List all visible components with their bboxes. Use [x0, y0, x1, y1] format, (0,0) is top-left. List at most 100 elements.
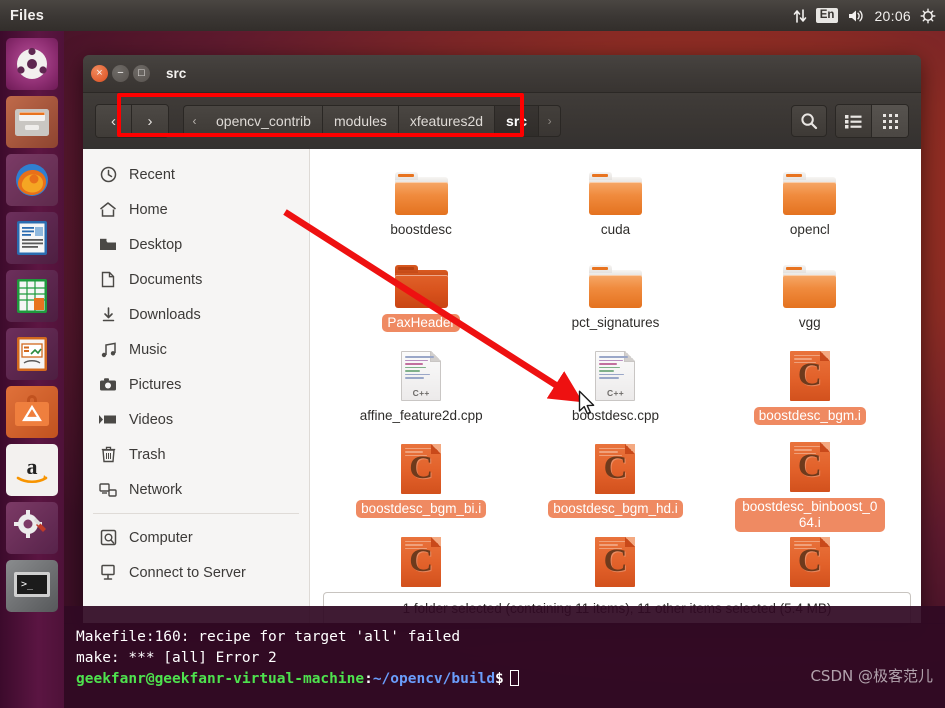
- launcher-item-terminal[interactable]: >_: [6, 560, 58, 612]
- file-item[interactable]: pct_signatures: [518, 250, 712, 343]
- panel-clock[interactable]: 20:06: [874, 8, 911, 24]
- breadcrumb-overflow-right-icon[interactable]: ›: [539, 105, 562, 137]
- search-icon[interactable]: [791, 105, 827, 137]
- file-label: vgg: [798, 315, 821, 330]
- terminal-partial-line: [64, 606, 945, 624]
- file-label: affine_feature2d.cpp: [359, 408, 483, 423]
- launcher-item-ubuntu-dash[interactable]: [6, 38, 58, 90]
- file-item[interactable]: C boostdesc_bgm.i: [713, 343, 907, 436]
- music-note-icon: [99, 341, 117, 359]
- file-label: cuda: [600, 222, 631, 237]
- svg-text:>_: >_: [21, 579, 34, 590]
- panel-indicators: En 20:06: [793, 8, 945, 24]
- c-header-file-icon: C: [595, 535, 636, 587]
- sidebar-item-label: Connect to Server: [129, 564, 246, 581]
- file-label: boostdesc_binboost_064.i: [734, 498, 885, 532]
- files-window: × − □ src ‹ › ‹ opencv_contrib modules x…: [83, 55, 921, 623]
- power-gear-icon[interactable]: [920, 7, 936, 24]
- sidebar-item-label: Videos: [129, 411, 174, 428]
- sidebar-item-pictures[interactable]: Pictures: [83, 367, 309, 402]
- file-item[interactable]: C++ affine_feature2d.cpp: [324, 343, 518, 436]
- terminal-prompt-path: ~/opencv/build: [372, 671, 496, 687]
- breadcrumb-overflow-left-icon[interactable]: ‹: [183, 105, 205, 137]
- launcher-item-libreoffice-calc[interactable]: [6, 270, 58, 322]
- sidebar-item-desktop[interactable]: Desktop: [83, 227, 309, 262]
- window-title: src: [166, 66, 187, 81]
- sidebar-divider: [93, 513, 299, 514]
- back-button[interactable]: ‹: [96, 105, 132, 137]
- sidebar-item-computer[interactable]: Computer: [83, 520, 309, 555]
- cpp-source-file-icon: C++: [595, 349, 636, 401]
- file-grid-area[interactable]: boostdesc cuda opencl PaxHeader pct_sign…: [310, 149, 921, 623]
- file-item[interactable]: C++ boostdesc.cpp: [518, 343, 712, 436]
- file-label: pct_signatures: [571, 315, 660, 330]
- nav-buttons: ‹ ›: [95, 104, 169, 138]
- folder-icon: [588, 256, 642, 308]
- breadcrumb-item-opencv-contrib[interactable]: opencv_contrib: [205, 105, 323, 137]
- close-icon[interactable]: ×: [91, 65, 108, 82]
- launcher-item-libreoffice-impress[interactable]: [6, 328, 58, 380]
- sidebar-item-recent[interactable]: Recent: [83, 157, 309, 192]
- sidebar-item-downloads[interactable]: Downloads: [83, 297, 309, 332]
- launcher-item-libreoffice-writer[interactable]: [6, 212, 58, 264]
- sidebar-item-music[interactable]: Music: [83, 332, 309, 367]
- maximize-icon[interactable]: □: [133, 65, 150, 82]
- file-item[interactable]: cuda: [518, 157, 712, 250]
- sidebar-item-network[interactable]: Network: [83, 472, 309, 507]
- sidebar-item-connect-to-server[interactable]: Connect to Server: [83, 555, 309, 590]
- file-item[interactable]: opencl: [713, 157, 907, 250]
- file-item[interactable]: C boostdesc_bgm_bi.i: [324, 436, 518, 529]
- computer-icon: [99, 529, 117, 547]
- launcher-item-system-settings[interactable]: [6, 502, 58, 554]
- window-toolbar: ‹ › ‹ opencv_contrib modules xfeatures2d…: [83, 93, 921, 149]
- c-header-file-icon: C: [789, 442, 830, 492]
- breadcrumb-item-modules[interactable]: modules: [322, 105, 399, 137]
- network-transfer-icon[interactable]: [793, 8, 807, 24]
- sidebar-item-videos[interactable]: Videos: [83, 402, 309, 437]
- file-label: boostdesc_bgm.i: [753, 407, 866, 425]
- file-label: boostdesc: [390, 222, 452, 237]
- document-icon: [99, 271, 117, 289]
- sidebar-item-home[interactable]: Home: [83, 192, 309, 227]
- sidebar-item-label: Computer: [129, 529, 193, 546]
- sidebar-item-documents[interactable]: Documents: [83, 262, 309, 297]
- places-sidebar: Recent Home Desktop Documents Downloads …: [83, 149, 310, 623]
- launcher-item-firefox[interactable]: [6, 154, 58, 206]
- network-icon: [99, 481, 117, 499]
- forward-button[interactable]: ›: [132, 105, 168, 137]
- launcher-item-ubuntu-software[interactable]: [6, 386, 58, 438]
- volume-icon[interactable]: [847, 8, 865, 24]
- view-mode-group: [835, 104, 909, 138]
- terminal-cursor: [509, 670, 519, 686]
- file-item[interactable]: boostdesc: [324, 157, 518, 250]
- window-titlebar[interactable]: × − □ src: [83, 55, 921, 93]
- file-label: opencl: [789, 222, 830, 237]
- file-label: boostdesc_bgm_bi.i: [356, 500, 487, 518]
- file-item[interactable]: PaxHeader: [324, 250, 518, 343]
- c-header-file-icon: C: [789, 349, 830, 401]
- home-icon: [99, 201, 117, 219]
- c-header-file-icon: C: [595, 442, 636, 494]
- camera-icon: [99, 376, 117, 394]
- file-item[interactable]: vgg: [713, 250, 907, 343]
- sidebar-item-trash[interactable]: Trash: [83, 437, 309, 472]
- file-grid: boostdesc cuda opencl PaxHeader pct_sign…: [310, 149, 921, 622]
- launcher-item-amazon[interactable]: a: [6, 444, 58, 496]
- keyboard-layout-indicator[interactable]: En: [815, 8, 839, 23]
- launcher-item-files[interactable]: [6, 96, 58, 148]
- sidebar-item-label: Home: [129, 201, 168, 218]
- breadcrumb-item-xfeatures2d[interactable]: xfeatures2d: [398, 105, 496, 137]
- sidebar-item-label: Recent: [129, 166, 175, 183]
- breadcrumb-item-src[interactable]: src: [495, 105, 540, 137]
- video-icon: [99, 411, 117, 429]
- folder-icon: [783, 256, 837, 308]
- folder-icon: [394, 163, 448, 215]
- panel-app-title[interactable]: Files: [10, 8, 44, 24]
- minimize-icon[interactable]: −: [112, 65, 129, 82]
- file-item[interactable]: C boostdesc_bgm_hd.i: [518, 436, 712, 529]
- folder-icon: [783, 163, 837, 215]
- list-view-icon[interactable]: [836, 105, 872, 137]
- grid-view-icon[interactable]: [872, 105, 908, 137]
- file-item[interactable]: C boostdesc_binboost_064.i: [713, 436, 907, 532]
- watermark: CSDN @极客范儿: [810, 667, 933, 685]
